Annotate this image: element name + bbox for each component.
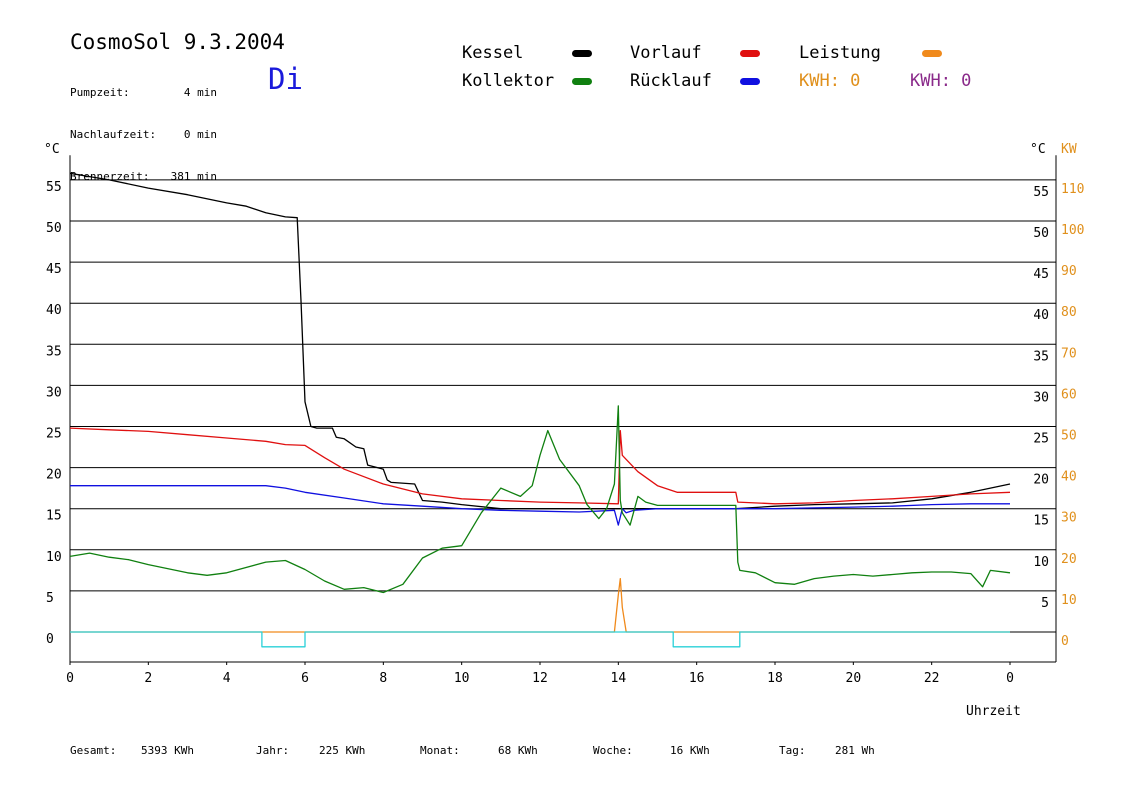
- x-tick-label: 22: [924, 671, 940, 686]
- x-tick-label: 12: [532, 671, 548, 686]
- y-tick-label-kw: 60: [1061, 387, 1077, 402]
- y-tick-label-right: 10: [1033, 555, 1049, 570]
- footer-gesamt-label: Gesamt:: [70, 744, 117, 757]
- y-tick-label-kw: 20: [1061, 552, 1077, 567]
- x-tick-label: 0: [1006, 671, 1014, 686]
- series-pumpe-line: [70, 631, 1010, 648]
- y-tick-label-kw: 100: [1061, 223, 1084, 238]
- x-tick-label: 16: [689, 671, 705, 686]
- y-tick-label-kw: 70: [1061, 346, 1077, 361]
- y-tick-label-left: 40: [46, 303, 62, 318]
- y-tick-label-left: 35: [46, 344, 62, 359]
- y-tick-label-kw: 40: [1061, 470, 1077, 485]
- y-tick-label-right: 35: [1033, 349, 1049, 364]
- footer-woche-value: 16 KWh: [670, 744, 710, 757]
- series-vorlauf-line: [69, 427, 1011, 505]
- y-tick-label-kw: 10: [1061, 593, 1077, 608]
- footer-tag-value: 281 Wh: [835, 744, 875, 757]
- y-tick-label-right: 55: [1033, 185, 1049, 200]
- y-tick-label-left: 0: [46, 632, 54, 647]
- footer-monat-label: Monat:: [420, 744, 460, 757]
- y-tick-label-left: 25: [46, 427, 62, 442]
- footer-jahr-value: 225 KWh: [319, 744, 366, 757]
- y-tick-label-right: 30: [1033, 390, 1049, 405]
- series-leistung-line: [70, 577, 1010, 633]
- y-tick-label-left: 15: [46, 509, 62, 524]
- series-kessel-line: [69, 172, 1011, 510]
- y-tick-label-kw: 50: [1061, 429, 1077, 444]
- y-tick-label-right: 50: [1033, 226, 1049, 241]
- chart-area: 0510152025303540455055510152025303540455…: [44, 142, 1084, 719]
- y-tick-label-right: 45: [1033, 267, 1049, 282]
- y-tick-label-right: 25: [1033, 432, 1049, 447]
- footer-tag-label: Tag:: [779, 744, 806, 757]
- y-tick-label-right: 15: [1033, 514, 1049, 529]
- y-tick-label-left: 55: [46, 180, 62, 195]
- x-tick-label: 2: [144, 671, 152, 686]
- x-tick-label: 6: [301, 671, 309, 686]
- x-tick-label: 18: [767, 671, 783, 686]
- y-tick-label-left: 10: [46, 550, 62, 565]
- y-tick-label-kw: 90: [1061, 264, 1077, 279]
- y-tick-label-right: 20: [1033, 473, 1049, 488]
- y-axis-label-right: °C: [1030, 142, 1046, 157]
- y-tick-label-kw: 0: [1061, 634, 1069, 649]
- y-tick-label-left: 20: [46, 468, 62, 483]
- x-tick-label: 4: [223, 671, 231, 686]
- x-tick-label: 14: [611, 671, 627, 686]
- y-tick-label-kw: 110: [1061, 182, 1084, 197]
- y-axis-label-kw: KW: [1061, 142, 1077, 157]
- y-tick-label-kw: 80: [1061, 305, 1077, 320]
- y-tick-label-right: 5: [1041, 596, 1049, 611]
- footer-monat-value: 68 KWh: [498, 744, 538, 757]
- footer-gesamt-value: 5393 KWh: [141, 744, 194, 757]
- series-ruecklauf-line: [70, 485, 1010, 526]
- y-tick-label-left: 5: [46, 591, 54, 606]
- x-axis-label: Uhrzeit: [966, 704, 1021, 719]
- footer-woche-label: Woche:: [593, 744, 633, 757]
- x-tick-label: 10: [454, 671, 470, 686]
- x-tick-label: 20: [846, 671, 862, 686]
- y-tick-label-right: 40: [1033, 308, 1049, 323]
- footer-jahr-label: Jahr:: [256, 744, 290, 757]
- y-tick-label-left: 30: [46, 385, 62, 400]
- x-tick-label: 0: [66, 671, 74, 686]
- y-tick-label-left: 50: [46, 221, 62, 236]
- y-tick-label-kw: 30: [1061, 511, 1077, 526]
- x-tick-label: 8: [379, 671, 387, 686]
- y-tick-label-left: 45: [46, 262, 62, 277]
- y-axis-label-left: °C: [44, 142, 60, 157]
